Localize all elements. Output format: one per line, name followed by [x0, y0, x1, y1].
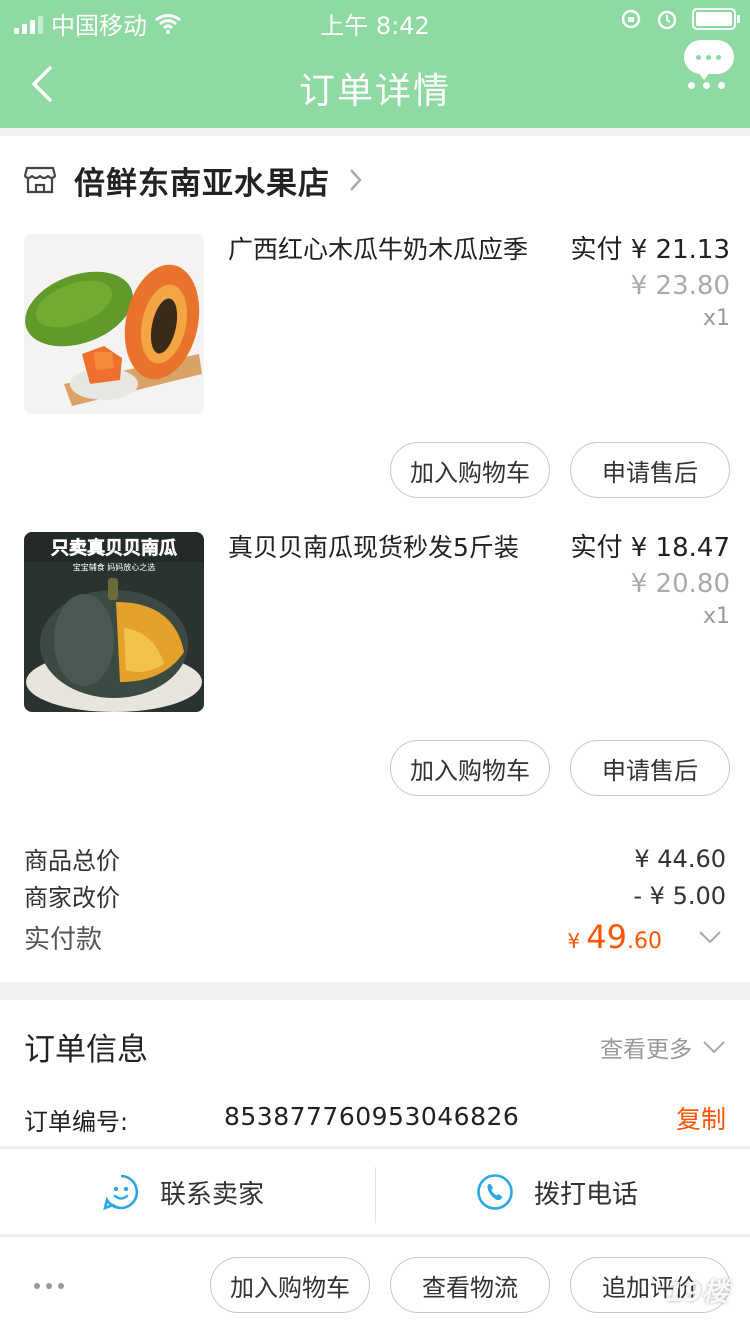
shop-link[interactable]: 倍鲜东南亚水果店	[24, 158, 364, 202]
view-logistics-button[interactable]: 查看物流	[390, 1257, 550, 1313]
add-to-cart-button[interactable]: 加入购物车	[210, 1257, 370, 1313]
add-to-cart-button[interactable]: 加入购物车	[390, 442, 550, 498]
item-actions: 加入购物车 申请售后	[390, 740, 730, 796]
item-quantity: x1	[702, 604, 730, 629]
order-info-title: 订单信息	[24, 1032, 148, 1068]
order-item[interactable]: 广西红心木瓜牛奶木瓜应季 实付 ¥ 21.13 ¥ 23.80 x1	[0, 234, 750, 414]
page-title: 订单详情	[298, 71, 451, 112]
more-dots-icon	[688, 82, 725, 89]
shop-name: 倍鲜东南亚水果店	[74, 165, 330, 202]
chevron-down-icon	[703, 1041, 725, 1054]
goods-total-label: 商品总价	[24, 847, 120, 875]
original-price: ¥ 20.80	[630, 569, 730, 599]
contact-row: 联系卖家 拨打电话	[0, 1148, 750, 1234]
add-to-cart-button[interactable]: 加入购物车	[390, 740, 550, 796]
chat-bubble-icon	[684, 40, 734, 80]
paid-total-row[interactable]: 实付款 ¥49.60	[24, 918, 726, 956]
pay-price: ¥ 21.13	[630, 235, 730, 265]
item-actions: 加入购物车 申请售后	[390, 442, 730, 498]
store-icon	[24, 166, 56, 194]
goods-total-value: ¥ 44.60	[634, 844, 726, 873]
call-phone-button[interactable]: 拨打电话	[476, 1149, 638, 1235]
price-adjust-label: 商家改价	[24, 884, 120, 912]
status-bar: 中国移动 上午 8:42	[0, 0, 750, 40]
see-more-label: 查看更多	[600, 1037, 692, 1063]
item-price-block: 实付 ¥ 18.47 ¥ 20.80 x1	[570, 532, 730, 629]
pumpkin-product-image[interactable]: 只卖真贝贝南瓜 宝宝辅食 妈妈放心之选	[24, 532, 204, 712]
chat-face-icon	[103, 1174, 139, 1211]
price-summary: 商品总价 ¥ 44.60 商家改价 - ¥ 5.00 实付款 ¥49.60	[24, 840, 726, 957]
more-menu-button[interactable]	[684, 40, 736, 96]
rotation-lock-icon	[621, 9, 641, 29]
papaya-product-image[interactable]	[24, 234, 204, 414]
bottom-action-bar: 加入购物车 查看物流 追加评价	[0, 1236, 750, 1334]
chevron-down-icon[interactable]	[698, 930, 722, 944]
watermark-logo: 19楼	[665, 1278, 728, 1308]
pay-label: 实付	[570, 235, 623, 265]
pay-price: ¥ 18.47	[630, 533, 730, 563]
after-sale-button[interactable]: 申请售后	[570, 442, 730, 498]
bottom-actions: 加入购物车 查看物流 追加评价	[210, 1257, 730, 1313]
after-sale-button[interactable]: 申请售后	[570, 740, 730, 796]
order-card: 倍鲜东南亚水果店 广西红心木瓜牛奶木瓜应季 实付 ¥ 21.13 ¥ 23.80…	[0, 136, 750, 982]
paid-total-value: ¥49.60	[567, 918, 662, 956]
thumb-banner: 只卖真贝贝南瓜	[51, 537, 177, 559]
order-item[interactable]: 只卖真贝贝南瓜 宝宝辅食 妈妈放心之选 真贝贝南瓜现货秒发5斤装 实付 ¥ 18…	[0, 532, 750, 712]
pay-label: 实付	[570, 533, 623, 563]
item-title[interactable]: 广西红心木瓜牛奶木瓜应季	[228, 234, 558, 266]
alarm-icon	[657, 10, 677, 30]
price-adjust-value: - ¥ 5.00	[633, 881, 726, 910]
paid-total-label: 实付款	[24, 924, 103, 955]
order-info-section: 订单信息 查看更多 订单编号: 853877760953046826 复制	[0, 1000, 750, 1146]
item-title[interactable]: 真贝贝南瓜现货秒发5斤装	[228, 532, 558, 564]
original-price: ¥ 23.80	[630, 271, 730, 301]
battery-icon	[692, 8, 740, 30]
contact-seller-label: 联系卖家	[160, 1179, 265, 1210]
contact-seller-button[interactable]: 联系卖家	[102, 1149, 264, 1235]
thumb-subtitle: 宝宝辅食 妈妈放心之选	[73, 562, 156, 572]
see-more-button[interactable]: 查看更多	[600, 1030, 726, 1064]
item-quantity: x1	[702, 306, 730, 331]
top-bar: 中国移动 上午 8:42 订单详情	[0, 0, 750, 128]
order-number: 853877760953046826	[224, 1102, 520, 1131]
order-number-label: 订单编号:	[24, 1108, 129, 1136]
divider	[375, 1167, 376, 1223]
item-price-block: 实付 ¥ 21.13 ¥ 23.80 x1	[570, 234, 730, 331]
more-options-icon[interactable]	[34, 1283, 64, 1289]
chevron-right-icon	[350, 169, 362, 191]
phone-icon	[477, 1174, 513, 1210]
copy-button[interactable]: 复制	[676, 1100, 726, 1136]
call-phone-label: 拨打电话	[534, 1179, 639, 1210]
